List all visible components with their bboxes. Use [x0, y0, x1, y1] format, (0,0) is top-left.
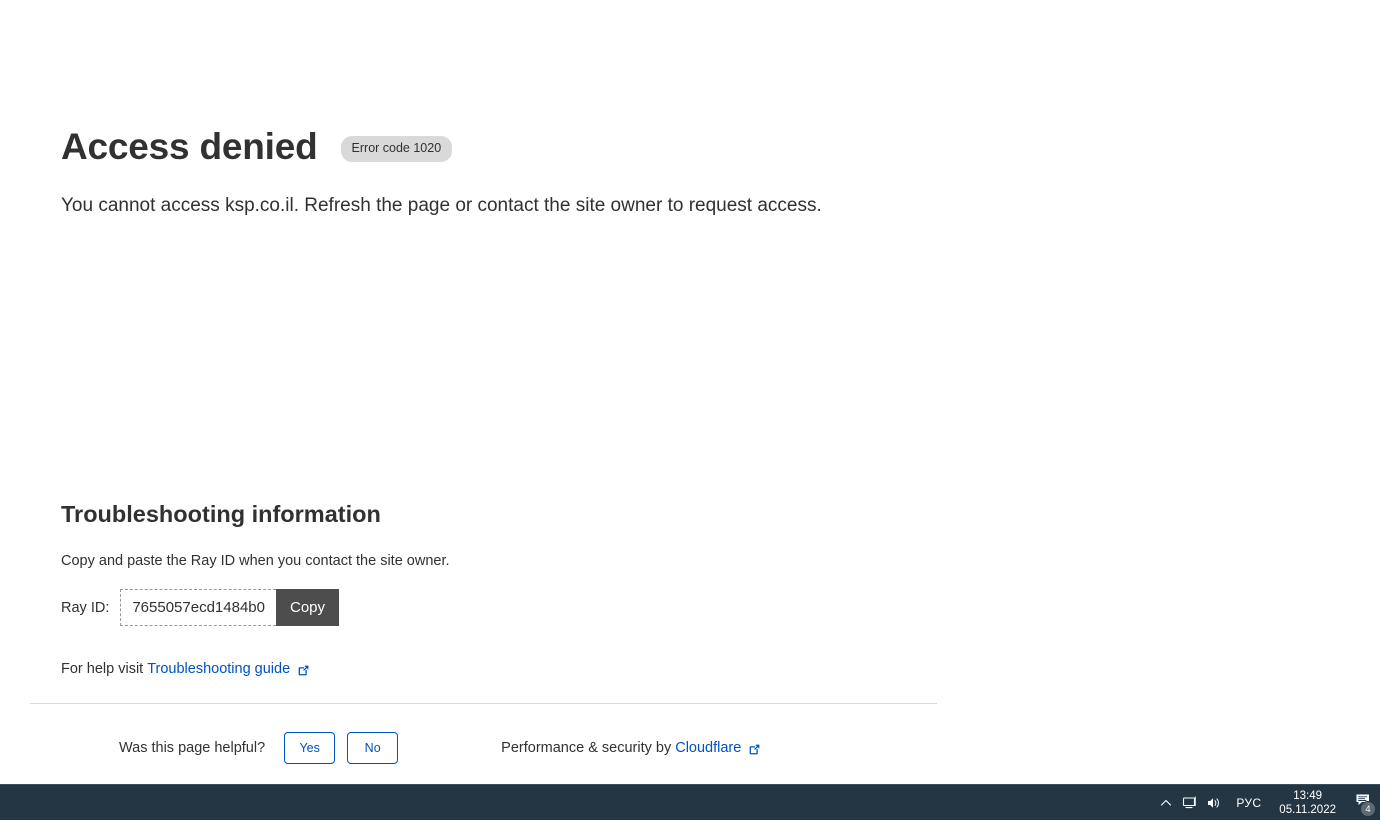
error-main-block: Access denied Error code 1020 You cannot… [61, 125, 941, 223]
error-heading-row: Access denied Error code 1020 [61, 125, 941, 169]
help-row: For help visit Troubleshooting guide [61, 661, 941, 677]
attribution-prefix-text: Performance & security by [501, 740, 672, 756]
error-message: You cannot access ksp.co.il. Refresh the… [61, 195, 822, 216]
external-link-icon [297, 664, 310, 677]
notifications-badge: 4 [1360, 800, 1376, 817]
page-footer: Was this page helpful? Yes No Performanc… [0, 722, 968, 774]
language-indicator[interactable]: РУС [1226, 796, 1269, 810]
ray-id-value[interactable]: 7655057ecd1484b0 [120, 589, 276, 626]
ray-id-label: Ray ID: [61, 599, 110, 616]
cloudflare-error-page: Access denied Error code 1020 You cannot… [0, 0, 968, 784]
feedback-group: Was this page helpful? Yes No [119, 732, 410, 764]
footer-divider [30, 703, 937, 704]
troubleshooting-guide-link[interactable]: Troubleshooting guide [147, 661, 290, 677]
feedback-yes-button[interactable]: Yes [284, 732, 336, 764]
feedback-no-button[interactable]: No [347, 732, 399, 764]
page-title: Access denied [61, 126, 318, 167]
speaker-icon[interactable] [1202, 785, 1226, 821]
clock-time: 13:49 [1293, 789, 1323, 802]
troubleshooting-description: Copy and paste the Ray ID when you conta… [61, 553, 450, 569]
ray-id-row: Ray ID: 7655057ecd1484b0 Copy [61, 589, 941, 626]
notifications-button[interactable]: 4 [1346, 785, 1380, 821]
troubleshooting-heading: Troubleshooting information [61, 501, 381, 527]
ray-id-field: 7655057ecd1484b0 Copy [120, 589, 340, 626]
error-code-badge: Error code 1020 [340, 136, 453, 162]
cloudflare-link[interactable]: Cloudflare [675, 740, 741, 756]
copy-ray-id-button[interactable]: Copy [275, 589, 340, 626]
feedback-question: Was this page helpful? [119, 740, 266, 756]
clock[interactable]: 13:49 05.11.2022 [1269, 789, 1346, 817]
system-tray: РУС 13:49 05.11.2022 4 [1154, 785, 1380, 821]
clock-date: 05.11.2022 [1279, 803, 1336, 816]
network-monitor-icon[interactable] [1178, 785, 1202, 821]
troubleshooting-section: Troubleshooting information Copy and pas… [61, 499, 941, 677]
help-prefix-text: For help visit [61, 661, 144, 677]
windows-taskbar: РУС 13:49 05.11.2022 4 [0, 784, 1380, 820]
cloudflare-attribution: Performance & security by Cloudflare [501, 740, 761, 756]
chevron-up-icon[interactable] [1154, 785, 1178, 821]
external-link-icon [748, 743, 761, 756]
